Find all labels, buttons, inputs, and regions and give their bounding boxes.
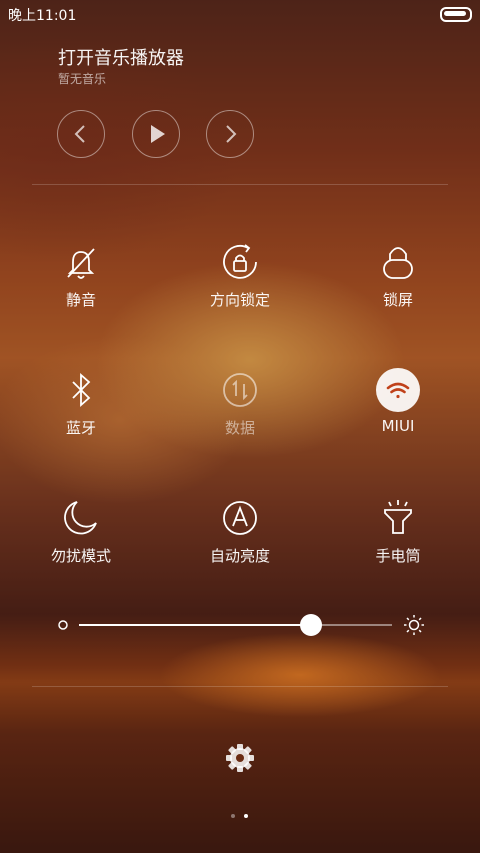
status-bar: 晚上11:01 — [0, 0, 480, 28]
page-dot-active — [244, 814, 248, 818]
brightness-fill — [79, 624, 311, 626]
toggle-label: 手电筒 — [375, 547, 421, 565]
page-dot — [231, 814, 235, 818]
toggle-label: MIUI — [381, 417, 415, 435]
play-icon — [151, 125, 165, 143]
toggle-rotation-lock[interactable]: 方向锁定 — [180, 240, 300, 330]
brightness-low-icon — [58, 620, 68, 630]
toggle-label: 数据 — [224, 419, 255, 437]
status-time: 晚上11:01 — [8, 8, 77, 24]
toggle-label: 静音 — [65, 291, 96, 309]
battery-icon — [440, 7, 472, 22]
lock-icon — [376, 240, 420, 284]
section-divider — [32, 184, 448, 185]
toggle-do-not-disturb[interactable]: 勿扰模式 — [21, 496, 141, 586]
mobile-data-icon — [218, 368, 262, 412]
page-indicator — [0, 812, 480, 820]
brightness-slider[interactable] — [52, 610, 432, 640]
section-divider — [32, 686, 448, 687]
toggle-lock-screen[interactable]: 锁屏 — [338, 240, 458, 330]
next-icon — [226, 125, 237, 143]
brightness-track[interactable] — [79, 614, 392, 636]
flashlight-icon — [376, 496, 420, 540]
sun-icon — [404, 615, 424, 635]
auto-brightness-icon — [218, 496, 262, 540]
toggle-label: 自动亮度 — [209, 547, 270, 565]
toggle-label: 锁屏 — [382, 291, 413, 309]
brightness-thumb[interactable] — [300, 614, 322, 636]
bluetooth-icon — [59, 368, 103, 412]
next-button[interactable] — [206, 110, 254, 158]
music-player-title[interactable]: 打开音乐播放器 — [58, 44, 184, 70]
rotation-lock-icon — [218, 240, 262, 284]
toggle-label: 方向锁定 — [209, 291, 270, 309]
toggle-mute[interactable]: 静音 — [21, 240, 141, 330]
toggle-wifi[interactable]: MIUI — [338, 368, 458, 458]
toggle-bluetooth[interactable]: 蓝牙 — [21, 368, 141, 458]
toggle-flashlight[interactable]: 手电筒 — [338, 496, 458, 586]
settings-button[interactable] — [224, 742, 256, 774]
play-button[interactable] — [132, 110, 180, 158]
toggle-label: 勿扰模式 — [50, 547, 111, 565]
moon-icon — [59, 496, 103, 540]
toggle-auto-brightness[interactable]: 自动亮度 — [180, 496, 300, 586]
toggle-mobile-data[interactable]: 数据 — [180, 368, 300, 458]
previous-icon — [74, 125, 85, 143]
toggle-label: 蓝牙 — [65, 419, 96, 437]
bell-muted-icon — [59, 240, 103, 284]
previous-button[interactable] — [57, 110, 105, 158]
gear-icon — [226, 744, 254, 772]
music-player-subtitle: 暂无音乐 — [58, 72, 107, 86]
wifi-icon — [376, 368, 420, 412]
